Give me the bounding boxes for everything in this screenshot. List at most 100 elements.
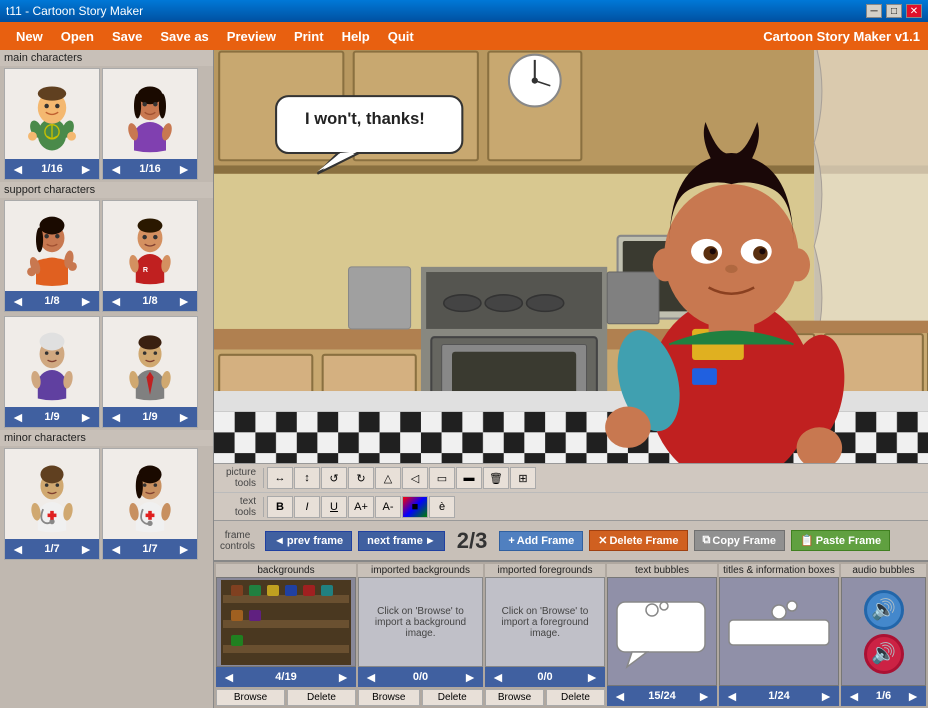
menu-save[interactable]: Save [104,25,150,48]
char-5-next[interactable]: ► [77,409,95,425]
extra-btn[interactable]: ⊞ [510,467,536,489]
rotate-ccw-btn[interactable]: ↺ [321,467,347,489]
support-char-row2: ◄ 1/9 ► [0,314,213,430]
frame-controls-label2: controls [220,541,255,552]
char-1-next[interactable]: ► [77,161,95,177]
imp-bg-count: 0/0 [413,671,428,683]
title-next[interactable]: ► [817,688,835,704]
bold-btn[interactable]: B [267,496,293,518]
copy-frame-btn[interactable]: ⧉ Copy Frame [694,530,785,551]
imp-bg-prev[interactable]: ◄ [362,669,380,685]
bottom-panel: backgrounds [214,560,928,708]
char-7-next[interactable]: ► [77,541,95,557]
bg-prev[interactable]: ◄ [220,669,238,685]
char-2-prev[interactable]: ◄ [107,161,125,177]
center-right: I won't, thanks! picturetools ↔ ↕ ↺ ↻ △ … [214,50,928,708]
imp-bg-browse-btn[interactable]: Browse [358,689,420,706]
imp-fg-prev[interactable]: ◄ [489,669,507,685]
imported-fg-label: imported foregrounds [485,564,605,577]
char-3-prev[interactable]: ◄ [9,293,27,309]
support-characters-label: support characters [0,182,213,198]
tb-next[interactable]: ► [695,688,713,704]
filter4-btn[interactable]: ▬ [456,467,482,489]
support-char-row1: ◄ 1/8 ► [0,198,213,314]
delete-btn[interactable]: 🗑 [483,467,509,489]
font-decrease-btn[interactable]: A- [375,496,401,518]
titles-svg [724,592,834,672]
menu-quit[interactable]: Quit [380,25,422,48]
imported-bg-label: imported backgrounds [358,564,483,577]
bg-next[interactable]: ► [334,669,352,685]
filter2-btn[interactable]: ◁ [402,467,428,489]
main-layout: main characters [0,50,928,708]
imp-fg-next[interactable]: ► [583,669,601,685]
menu-new[interactable]: New [8,25,51,48]
menu-saveas[interactable]: Save as [152,25,216,48]
menu-help[interactable]: Help [334,25,378,48]
minimize-button[interactable]: ─ [866,4,882,18]
title-prev[interactable]: ◄ [723,688,741,704]
char-6-prev[interactable]: ◄ [107,409,125,425]
delete-icon: ✕ [598,534,607,547]
char-1-svg [12,74,92,154]
filter3-btn[interactable]: ▭ [429,467,455,489]
audio-btn-2[interactable]: 🔊 [864,634,904,674]
svg-text:R: R [143,266,148,274]
add-frame-btn[interactable]: + Add Frame [499,531,583,551]
audio-next[interactable]: ► [904,688,922,704]
flip-v-btn[interactable]: ↕ [294,467,320,489]
char-4-prev[interactable]: ◄ [107,293,125,309]
char-3-next[interactable]: ► [77,293,95,309]
imp-bg-next[interactable]: ► [461,669,479,685]
char-1-prev[interactable]: ◄ [9,161,27,177]
char-8-next[interactable]: ► [175,541,193,557]
next-arrow-icon: ► [425,535,436,547]
prev-frame-btn[interactable]: ◄ prev frame [265,531,352,551]
menu-open[interactable]: Open [53,25,102,48]
char-2-nav: ◄ 1/16 ► [103,159,197,179]
char-1-nav: ◄ 1/16 ► [5,159,99,179]
delete-frame-btn[interactable]: ✕ Delete Frame [589,530,687,551]
paste-frame-btn[interactable]: 📋 Paste Frame [791,530,890,551]
scene-svg: I won't, thanks! [214,50,928,463]
audio-nav: ◄ 1/6 ► [841,686,926,706]
audio-btn-1[interactable]: 🔊 [864,590,904,630]
menu-preview[interactable]: Preview [219,25,284,48]
tb-prev[interactable]: ◄ [611,688,629,704]
maximize-button[interactable]: □ [886,4,902,18]
title-count: 1/24 [768,690,789,702]
char-7-prev[interactable]: ◄ [9,541,27,557]
frame-controls: frame controls ◄ prev frame next frame ►… [214,520,928,560]
char-card-7: ◄ 1/7 ► [4,448,100,560]
char-5-nav: ◄ 1/9 ► [5,407,99,427]
italic-btn[interactable]: I [294,496,320,518]
color-btn[interactable]: ■ [402,496,428,518]
close-button[interactable]: ✕ [906,4,922,18]
flip-h-btn[interactable]: ↔ [267,467,293,489]
menu-print[interactable]: Print [286,25,332,48]
special-char-btn[interactable]: è [429,496,455,518]
rotate-cw-btn[interactable]: ↻ [348,467,374,489]
imported-bg-message: Click on 'Browse' to import a background… [363,606,478,639]
svg-text:I won't, thanks!: I won't, thanks! [305,109,425,128]
filter1-btn[interactable]: △ [375,467,401,489]
char-3-count: 1/8 [44,295,59,307]
titles-preview [719,577,839,686]
char-7-count: 1/7 [44,543,59,555]
char-6-next[interactable]: ► [175,409,193,425]
font-increase-btn[interactable]: A+ [348,496,374,518]
imp-bg-delete-btn[interactable]: Delete [422,689,484,706]
underline-btn[interactable]: U [321,496,347,518]
bg-delete-btn[interactable]: Delete [287,689,356,706]
imp-fg-browse-btn[interactable]: Browse [485,689,544,706]
tb-count: 15/24 [648,690,676,702]
next-frame-btn[interactable]: next frame ► [358,531,445,551]
audio-prev[interactable]: ◄ [845,688,863,704]
char-5-prev[interactable]: ◄ [9,409,27,425]
paste-icon: 📋 [800,534,814,547]
bg-browse-btn[interactable]: Browse [216,689,285,706]
char-4-next[interactable]: ► [175,293,193,309]
char-2-next[interactable]: ► [175,161,193,177]
imp-fg-delete-btn[interactable]: Delete [546,689,605,706]
char-8-prev[interactable]: ◄ [107,541,125,557]
